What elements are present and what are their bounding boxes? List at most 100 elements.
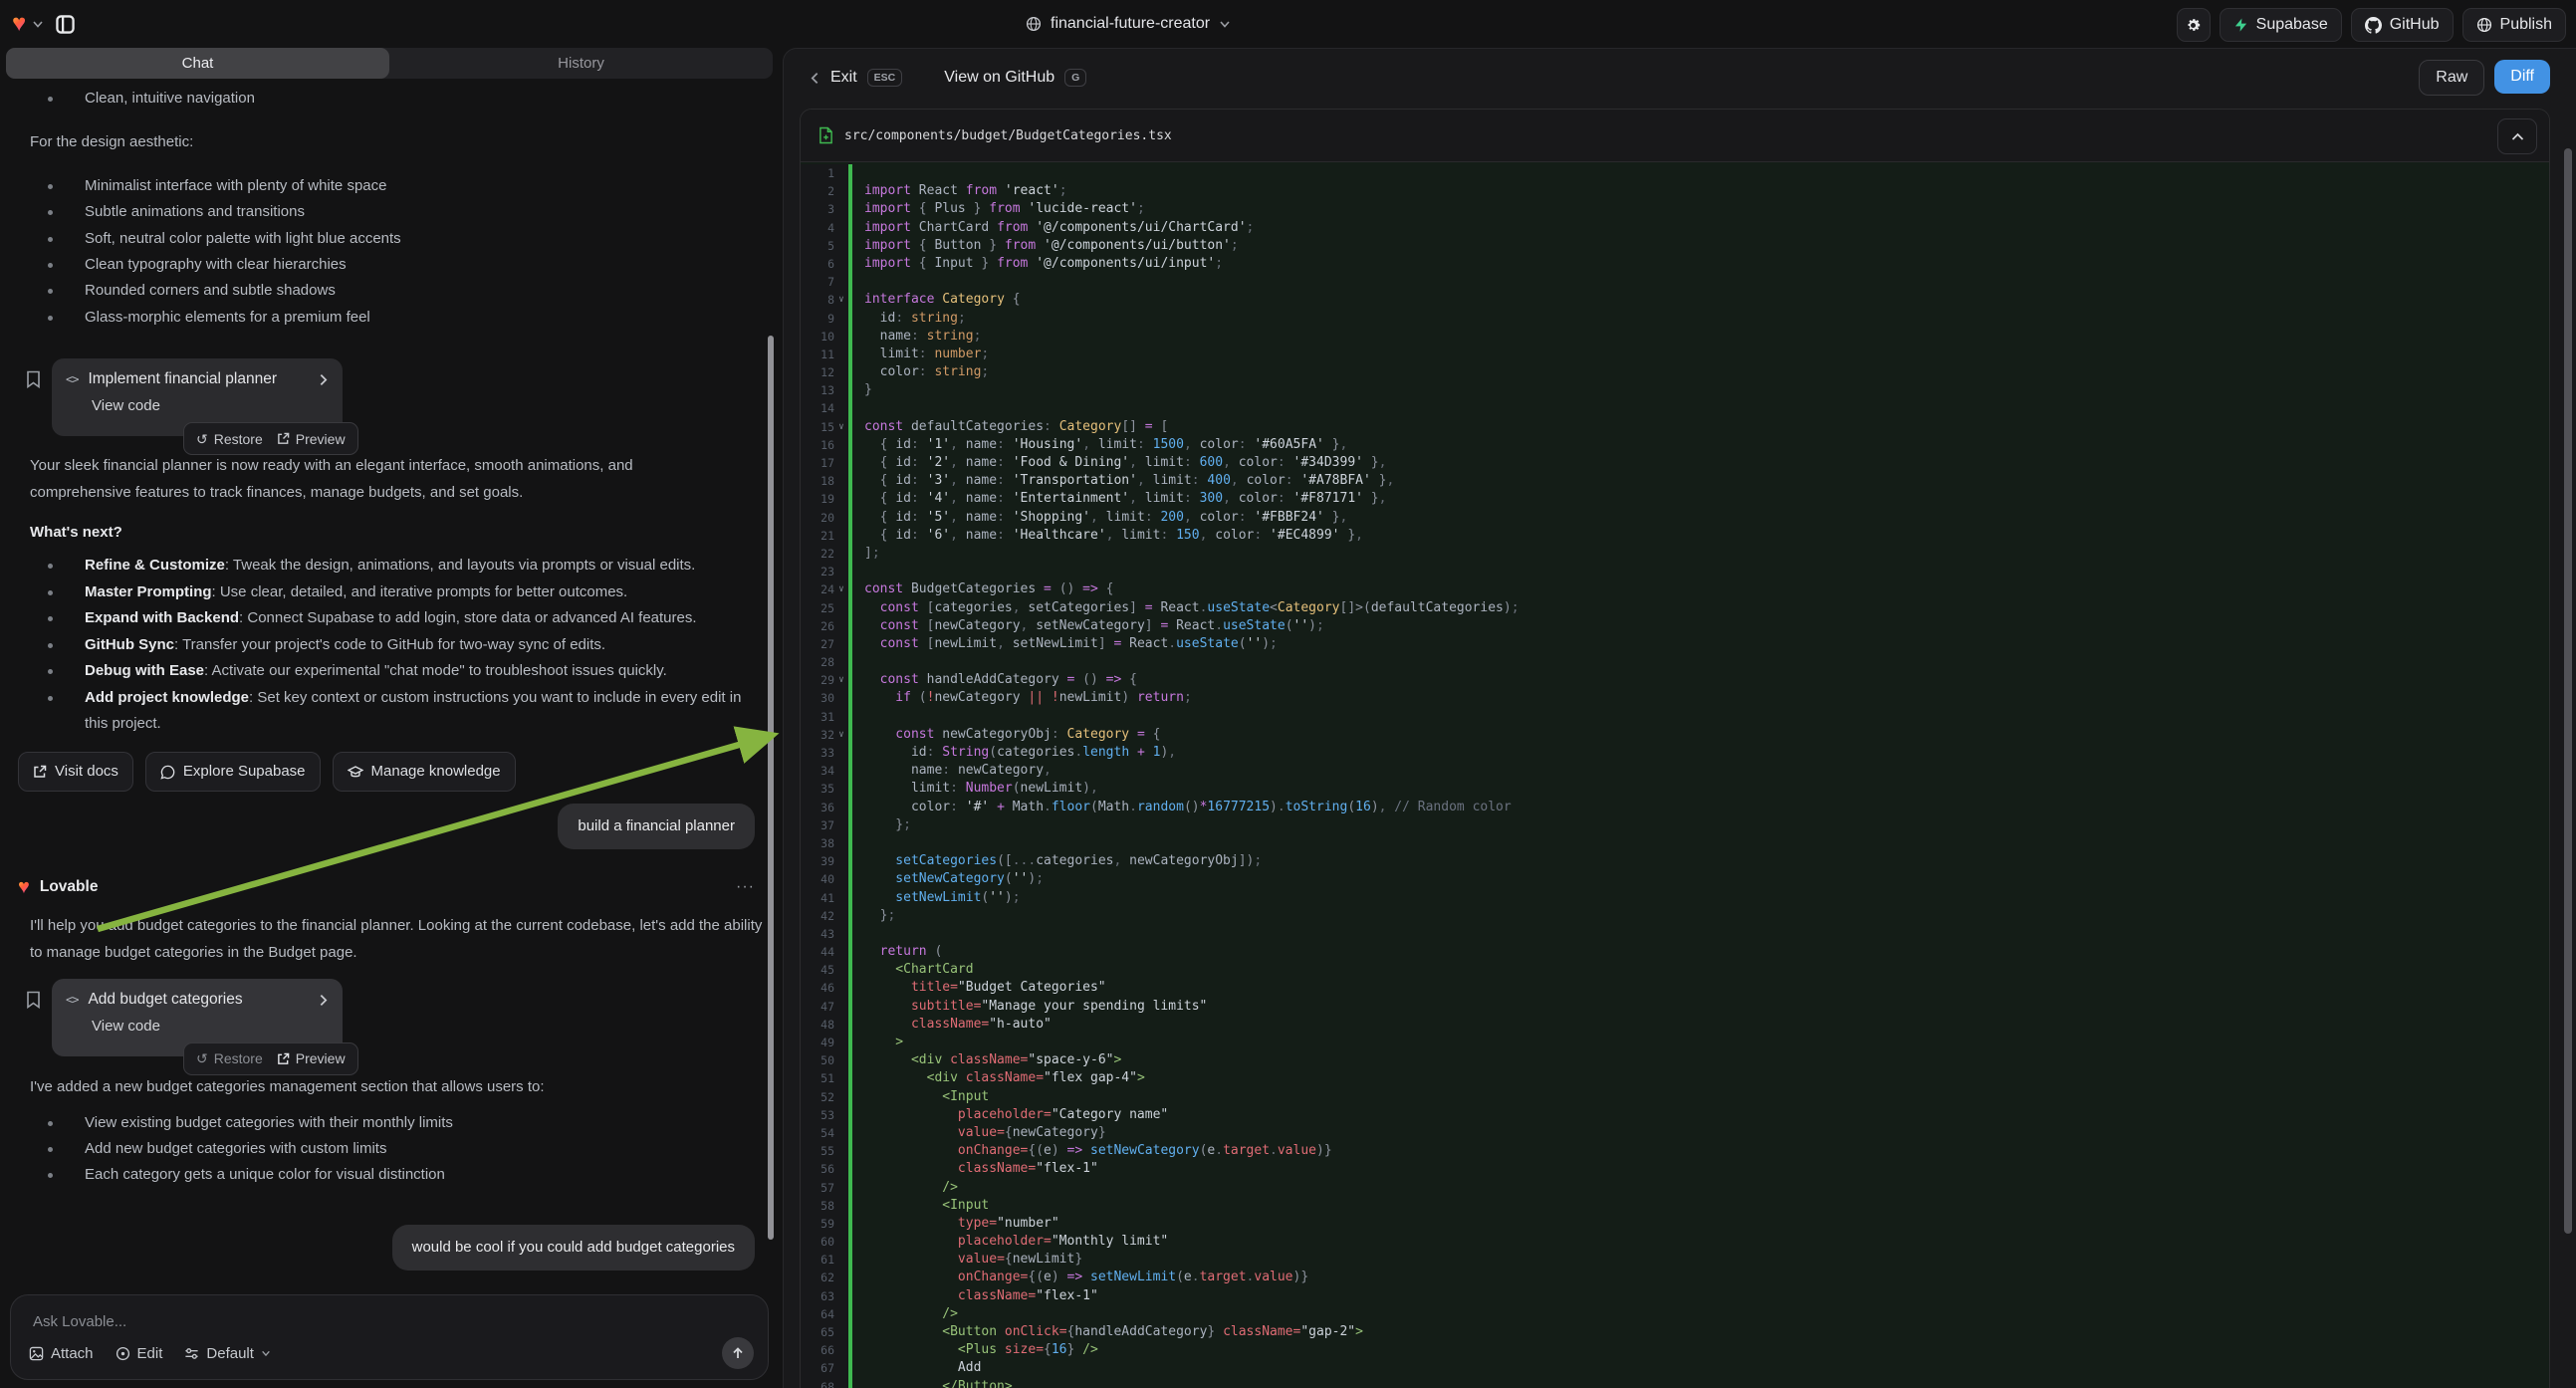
manage-knowledge-button[interactable]: Manage knowledge <box>333 752 516 792</box>
whats-next-heading: What's next? <box>18 520 765 546</box>
visit-docs-button[interactable]: Visit docs <box>18 752 133 792</box>
line-number: 11 <box>801 346 834 363</box>
bookmark-icon[interactable] <box>26 991 41 1009</box>
bookmark-icon[interactable] <box>26 370 41 388</box>
file-path: src/components/budget/BudgetCategories.t… <box>844 128 1172 143</box>
version-card-row: <> Implement financial planner View code… <box>52 358 343 436</box>
code-line: 62 onChange={(e) => setNewLimit(e.target… <box>801 1269 2549 1286</box>
supabase-button[interactable]: Supabase <box>2220 8 2342 42</box>
line-number: 55 <box>801 1142 834 1160</box>
line-number: 52 <box>801 1088 834 1106</box>
tab-history[interactable]: History <box>389 48 773 79</box>
line-number: 62 <box>801 1269 834 1286</box>
raw-toggle-button[interactable]: Raw <box>2419 60 2484 96</box>
logo-menu-chevron-icon[interactable] <box>32 18 44 30</box>
collapse-file-button[interactable] <box>2497 118 2537 154</box>
line-number: 34 <box>801 762 834 780</box>
code-line: 50 <div className="space-y-6"> <box>801 1051 2549 1069</box>
chat-input-box[interactable]: Ask Lovable... Attach Edit Default <box>10 1294 769 1380</box>
fold-toggle-icon[interactable]: ∨ <box>834 418 848 436</box>
line-number: 44 <box>801 943 834 961</box>
restore-preview-toolbar: ↺Restore Preview <box>183 1042 358 1075</box>
line-number: 48 <box>801 1016 834 1034</box>
fold-toggle-icon[interactable]: ∨ <box>834 671 848 689</box>
code-line: 19 { id: '4', name: 'Entertainment', lim… <box>801 490 2549 508</box>
line-number: 33 <box>801 744 834 762</box>
diff-toggle-button[interactable]: Diff <box>2494 60 2550 94</box>
chat-scrollbar[interactable] <box>768 336 774 1240</box>
chevron-right-icon <box>318 994 329 1007</box>
attach-image-icon <box>29 1346 44 1361</box>
github-icon <box>2365 17 2382 34</box>
user-message-bubble: would be cool if you could add budget ca… <box>392 1225 755 1271</box>
code-line: 60 placeholder="Monthly limit" <box>801 1233 2549 1251</box>
code-line: 11 limit: number; <box>801 346 2549 363</box>
toggle-sidebar-icon[interactable] <box>50 9 80 39</box>
line-number: 38 <box>801 834 834 852</box>
list-item: Subtle animations and transitions <box>18 199 765 225</box>
quick-actions-row: Visit docs Explore Supabase Manage knowl… <box>18 752 765 792</box>
code-line: 15∨const defaultCategories: Category[] =… <box>801 418 2549 436</box>
restore-icon: ↺ <box>196 426 208 452</box>
restore-button[interactable]: ↺Restore <box>196 1045 263 1071</box>
github-button[interactable]: GitHub <box>2351 8 2454 42</box>
publish-button[interactable]: Publish <box>2462 8 2566 42</box>
fold-toggle-icon[interactable]: ∨ <box>834 291 848 309</box>
line-number: 35 <box>801 780 834 798</box>
line-number: 22 <box>801 545 834 563</box>
line-number: 58 <box>801 1197 834 1215</box>
restore-button[interactable]: ↺Restore <box>196 426 263 452</box>
restore-icon: ↺ <box>196 1045 208 1071</box>
attach-button[interactable]: Attach <box>29 1345 94 1362</box>
line-number: 65 <box>801 1323 834 1341</box>
code-line: 66 <Plus size={16} /> <box>801 1341 2549 1359</box>
lovable-logo-icon[interactable]: ♥ <box>12 12 26 36</box>
tab-chat[interactable]: Chat <box>6 48 389 79</box>
exit-button[interactable]: Exit ESC <box>810 69 902 87</box>
line-number: 29 <box>801 671 834 689</box>
line-number: 50 <box>801 1051 834 1069</box>
model-selector[interactable]: Default <box>184 1345 271 1362</box>
message-options-button[interactable]: ··· <box>736 874 755 900</box>
sliders-icon <box>184 1346 199 1361</box>
view-on-github-button[interactable]: View on GitHub G <box>944 69 1086 87</box>
code-line: 9 id: string; <box>801 310 2549 328</box>
preview-button[interactable]: Preview <box>277 426 346 452</box>
list-item: Add new budget categories with custom li… <box>18 1136 765 1162</box>
edit-mode-button[interactable]: Edit <box>116 1345 163 1362</box>
code-line: 1 <box>801 164 2549 182</box>
fold-toggle-icon[interactable]: ∨ <box>834 580 848 598</box>
fold-toggle-icon[interactable]: ∨ <box>834 726 848 744</box>
settings-button[interactable] <box>2177 8 2211 42</box>
code-line: 55 onChange={(e) => setNewCategory(e.tar… <box>801 1142 2549 1160</box>
explore-supabase-button[interactable]: Explore Supabase <box>145 752 321 792</box>
code-line: 22]; <box>801 545 2549 563</box>
line-number: 45 <box>801 961 834 979</box>
supabase-bolt-icon <box>2233 17 2248 33</box>
line-number: 27 <box>801 635 834 653</box>
line-number: 9 <box>801 310 834 328</box>
code-view-panel: Exit ESC View on GitHub G Raw Diff src/c… <box>783 48 2576 1388</box>
send-button[interactable] <box>722 1337 754 1369</box>
line-number: 68 <box>801 1378 834 1388</box>
line-number: 12 <box>801 363 834 381</box>
code-icon: <> <box>66 990 78 1010</box>
line-number: 59 <box>801 1215 834 1233</box>
code-icon: <> <box>66 369 78 389</box>
code-line: 44 return ( <box>801 943 2549 961</box>
code-line: 53 placeholder="Category name" <box>801 1106 2549 1124</box>
code-diff-content: 12import React from 'react';3import { Pl… <box>801 161 2549 1388</box>
assistant-text: I'll help you add budget categories to t… <box>18 913 769 966</box>
file-header[interactable]: src/components/budget/BudgetCategories.t… <box>801 110 2549 162</box>
code-line: 2import React from 'react'; <box>801 182 2549 200</box>
line-number: 31 <box>801 708 834 726</box>
view-code-link[interactable]: View code <box>92 1018 329 1036</box>
list-item: Glass-morphic elements for a premium fee… <box>18 305 765 331</box>
code-line: 33 id: String(categories.length + 1), <box>801 744 2549 762</box>
preview-button[interactable]: Preview <box>277 1045 346 1071</box>
line-number: 3 <box>801 200 834 218</box>
project-switcher[interactable]: financial-future-creator <box>1026 0 1231 48</box>
chat-bubble-icon <box>160 765 175 780</box>
view-code-link[interactable]: View code <box>92 397 329 415</box>
code-scrollbar[interactable] <box>2564 148 2572 1234</box>
